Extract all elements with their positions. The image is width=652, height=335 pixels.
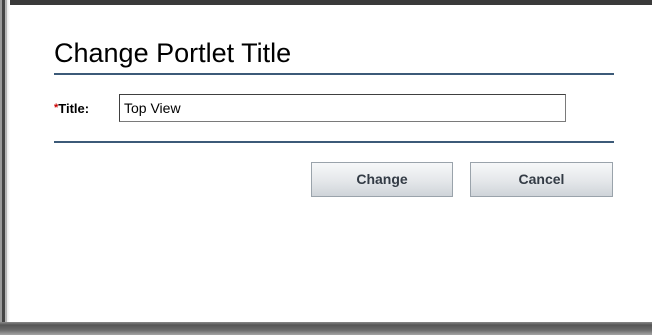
change-button[interactable]: Change bbox=[311, 162, 453, 197]
cancel-button[interactable]: Cancel bbox=[470, 162, 613, 197]
window-border-left bbox=[0, 0, 10, 335]
title-divider bbox=[54, 73, 614, 75]
title-label-text: Title: bbox=[58, 101, 90, 116]
window-border-bottom bbox=[0, 322, 652, 335]
window-border-top bbox=[0, 0, 652, 5]
dialog-title: Change Portlet Title bbox=[54, 38, 292, 68]
title-input[interactable] bbox=[119, 94, 566, 122]
change-portlet-title-dialog: Change Portlet Title *Title: Change Canc… bbox=[0, 0, 652, 335]
form-divider bbox=[54, 141, 614, 143]
title-field-label: *Title: bbox=[54, 101, 89, 116]
